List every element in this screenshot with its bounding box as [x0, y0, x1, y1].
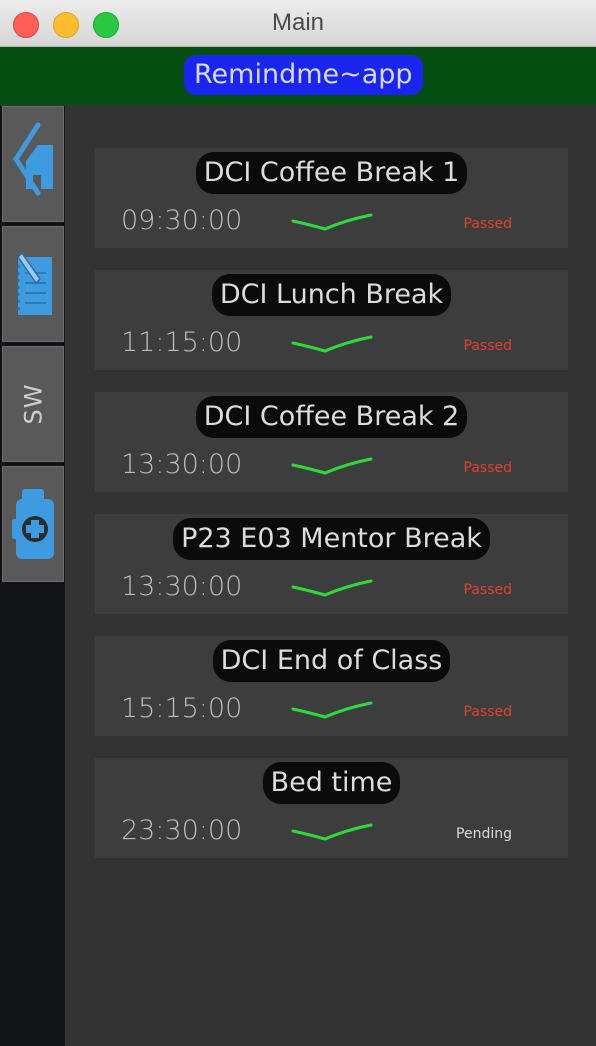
reminder-time: 13:30:00	[121, 571, 243, 602]
sidebar-item-home[interactable]	[2, 106, 64, 222]
reminder-time: 23:30:00	[121, 815, 243, 846]
reminder-title: Bed time	[262, 762, 401, 804]
first-aid-kit-icon	[12, 489, 54, 559]
reminder-card[interactable]: DCI Coffee Break 1 09:30:00 Passed	[95, 148, 568, 248]
reminder-list: DCI Coffee Break 1 09:30:00 Passed DCI L…	[65, 106, 596, 1046]
check-icon	[291, 701, 373, 719]
sidebar-item-notes[interactable]	[2, 226, 64, 342]
reminder-time: 11:15:00	[121, 327, 243, 358]
status-badge: Passed	[463, 338, 512, 354]
title-bar: Main	[0, 0, 596, 47]
reminder-title: P23 E03 Mentor Break	[173, 518, 490, 560]
home-icon	[13, 122, 53, 196]
reminder-time: 13:30:00	[121, 449, 243, 480]
reminder-card[interactable]: P23 E03 Mentor Break 13:30:00 Passed	[95, 514, 568, 614]
reminder-card[interactable]: DCI Coffee Break 2 13:30:00 Passed	[95, 392, 568, 492]
check-icon	[291, 457, 373, 475]
sidebar-item-label: SW	[19, 383, 47, 425]
reminder-card[interactable]: DCI End of Class 15:15:00 Passed	[95, 636, 568, 736]
reminder-title: DCI End of Class	[212, 640, 451, 682]
check-icon	[291, 579, 373, 597]
reminder-title: DCI Coffee Break 1	[195, 152, 468, 194]
app-window: Main Remindme~app SW DCI Coffee Break 1 …	[0, 0, 596, 1046]
status-badge: Passed	[463, 460, 512, 476]
check-icon	[291, 823, 373, 841]
app-name: Remindme~app	[184, 55, 423, 95]
status-badge: Pending	[456, 826, 512, 842]
sidebar: SW	[0, 106, 65, 1046]
reminder-time: 09:30:00	[121, 205, 243, 236]
sidebar-item-sw[interactable]: SW	[2, 346, 64, 462]
reminder-time: 15:15:00	[121, 693, 243, 724]
reminder-card[interactable]: Bed time 23:30:00 Pending	[95, 758, 568, 858]
check-icon	[291, 213, 373, 231]
status-badge: Passed	[463, 582, 512, 598]
window-title: Main	[271, 9, 325, 36]
reminder-card[interactable]: DCI Lunch Break 11:15:00 Passed	[95, 270, 568, 370]
check-icon	[291, 335, 373, 353]
app-header: Remindme~app	[0, 47, 596, 105]
reminder-title: DCI Coffee Break 2	[195, 396, 468, 438]
sidebar-item-health[interactable]	[2, 466, 64, 582]
status-badge: Passed	[463, 216, 512, 232]
notebook-edit-icon	[16, 251, 52, 315]
status-badge: Passed	[463, 704, 512, 720]
reminder-title: DCI Lunch Break	[211, 274, 452, 316]
